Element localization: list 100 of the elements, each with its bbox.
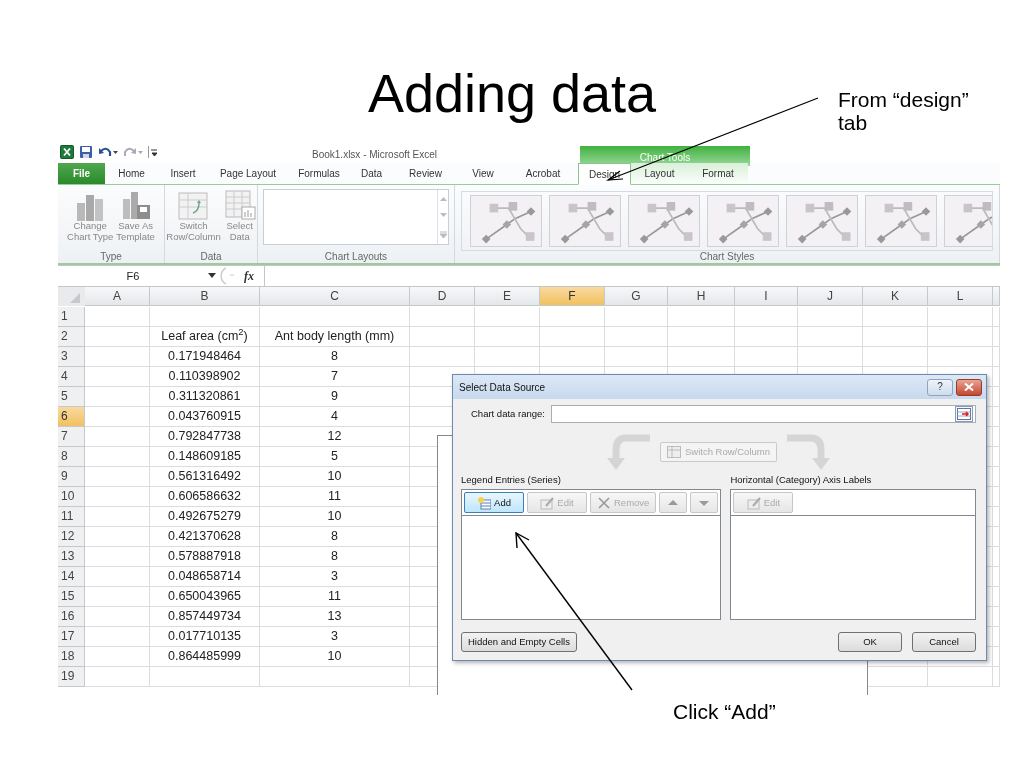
save-icon[interactable]	[79, 145, 93, 159]
empty-cell	[410, 307, 475, 327]
table-cell: 13	[260, 607, 410, 627]
table-cell: 10	[260, 507, 410, 527]
group-label: Chart Styles	[698, 250, 756, 263]
redo-icon[interactable]	[123, 145, 143, 159]
ribbon-button[interactable]: Select Data	[223, 189, 256, 243]
ribbon-button[interactable]: Save As Template	[116, 189, 155, 243]
row-header[interactable]: 15	[58, 587, 85, 607]
ribbon-tab[interactable]: Formulas	[288, 163, 350, 184]
ribbon-tab[interactable]: File	[58, 163, 105, 184]
row-header[interactable]: 19	[58, 667, 85, 687]
table-cell: 0.864485999	[150, 647, 260, 667]
row-header[interactable]: 1	[58, 307, 85, 327]
ribbon-tab[interactable]: Acrobat	[508, 163, 578, 184]
customize-icon[interactable]	[148, 145, 158, 159]
help-button[interactable]: ?	[927, 378, 953, 396]
row-header[interactable]: 17	[58, 627, 85, 647]
row-header[interactable]: 5	[58, 387, 85, 407]
panel-label: Legend Entries (Series)	[461, 473, 562, 487]
ribbon-tab[interactable]: View	[458, 163, 508, 184]
table-cell: 5	[260, 447, 410, 467]
table-cell: 0.578887918	[150, 547, 260, 567]
column-header[interactable]: C	[260, 287, 410, 306]
group-label: Data	[199, 250, 223, 263]
row-header[interactable]: 16	[58, 607, 85, 627]
row-header[interactable]: 3	[58, 347, 85, 367]
column-header[interactable]: L	[928, 287, 993, 306]
column-header[interactable]: E	[475, 287, 540, 306]
dialog-button[interactable]: Hidden and Empty Cells	[461, 632, 577, 652]
pencil-icon	[540, 495, 555, 510]
table-cell: 8	[260, 527, 410, 547]
range-picker-button[interactable]	[955, 406, 973, 422]
range-field[interactable]	[550, 405, 976, 423]
empty-cell	[475, 307, 540, 327]
table-cell: 0.148609185	[150, 447, 260, 467]
scroll-down-icon[interactable]	[439, 213, 447, 219]
chart-style-thumbnail[interactable]	[628, 195, 700, 247]
ribbon-tab[interactable]: Review	[393, 163, 458, 184]
dialog-button[interactable]: OK	[838, 632, 902, 652]
row-header[interactable]: 12	[58, 527, 85, 547]
layout-gallery[interactable]	[263, 189, 449, 245]
chart-style-thumbnail[interactable]	[549, 195, 621, 247]
ribbon-tab[interactable]: Layout	[631, 163, 688, 184]
column-header[interactable]: K	[863, 287, 928, 306]
scroll-up-icon[interactable]	[439, 196, 447, 202]
ribbon-tab[interactable]: Format	[688, 163, 748, 184]
chart-style-thumbnail[interactable]	[865, 195, 937, 247]
chart-style-thumbnail[interactable]	[470, 195, 542, 247]
row-header[interactable]: 10	[58, 487, 85, 507]
table-cell: 10	[260, 467, 410, 487]
ribbon-button[interactable]: Change Chart Type	[67, 189, 114, 243]
empty-cell	[540, 327, 605, 347]
empty-cell	[863, 307, 928, 327]
row-header[interactable]: 8	[58, 447, 85, 467]
ribbon-button[interactable]: Switch Row/Column	[166, 189, 221, 243]
undo-icon[interactable]	[98, 145, 118, 159]
column-header[interactable]: A	[85, 287, 150, 306]
row-header[interactable]: 6	[58, 407, 85, 427]
row-header[interactable]: 14	[58, 567, 85, 587]
row-header[interactable]: 11	[58, 507, 85, 527]
row-header[interactable]: 2	[58, 327, 85, 347]
name-box[interactable]: F6	[58, 267, 208, 285]
table-cell: 0.792847738	[150, 427, 260, 447]
row-header[interactable]: 13	[58, 547, 85, 567]
empty-cell	[605, 327, 668, 347]
column-header[interactable]: B	[150, 287, 260, 306]
dialog-button[interactable]: Cancel	[912, 632, 976, 652]
close-icon	[964, 383, 974, 391]
row-header[interactable]: 18	[58, 647, 85, 667]
more-icon[interactable]	[439, 230, 447, 238]
column-header[interactable]: D	[410, 287, 475, 306]
chart-style-thumbnail[interactable]	[707, 195, 779, 247]
empty-cell	[410, 327, 475, 347]
table-cell: 0.492675279	[150, 507, 260, 527]
insert-function-label[interactable]: fx	[244, 267, 254, 285]
ribbon-tab[interactable]: Page Layout	[208, 163, 288, 184]
ribbon-tab[interactable]: Insert	[158, 163, 208, 184]
column-header[interactable]: I	[735, 287, 798, 306]
table-cell: 8	[260, 347, 410, 367]
dropdown-icon[interactable]	[208, 273, 216, 279]
empty-cell	[928, 307, 993, 327]
column-header[interactable]: J	[798, 287, 863, 306]
empty-cell	[540, 307, 605, 327]
column-header[interactable]: G	[605, 287, 668, 306]
row-header[interactable]: 9	[58, 467, 85, 487]
ribbon-tab[interactable]: Home	[105, 163, 158, 184]
window-title: Book1.xlsx - Microsoft Excel	[312, 148, 439, 162]
close-button[interactable]	[956, 378, 982, 396]
add-button[interactable]: Add	[464, 492, 524, 514]
dialog-title: Select Data Source	[459, 380, 547, 395]
column-header[interactable]: F	[540, 287, 605, 306]
row-header[interactable]: 7	[58, 427, 85, 447]
empty-cell	[928, 667, 993, 687]
chart-style-thumbnail[interactable]	[786, 195, 858, 247]
select-all-icon[interactable]	[58, 287, 85, 306]
table-cell: 0.857449734	[150, 607, 260, 627]
ribbon-tab[interactable]: Data	[350, 163, 393, 184]
column-header[interactable]: H	[668, 287, 735, 306]
row-header[interactable]: 4	[58, 367, 85, 387]
